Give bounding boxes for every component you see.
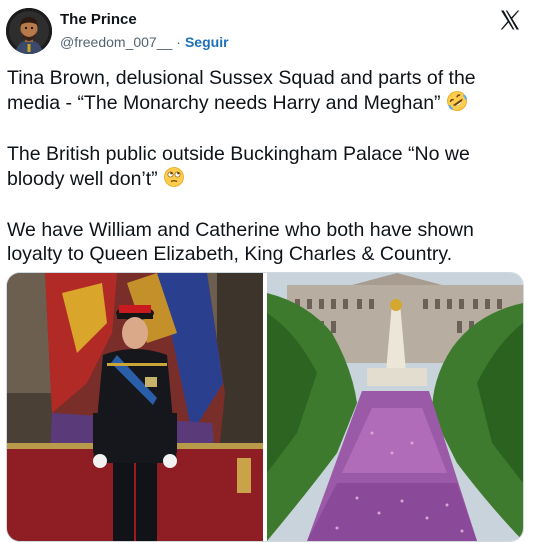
- post-media[interactable]: [6, 272, 524, 542]
- rolling-on-floor-laughing-emoji: [446, 90, 468, 118]
- post-paragraph-1: Tina Brown, delusional Sussex Squad and …: [7, 66, 522, 118]
- post-paragraph-1-text: Tina Brown, delusional Sussex Squad and …: [7, 67, 476, 114]
- post-paragraph-3: We have William and Catherine who both h…: [7, 218, 522, 266]
- post-text: Tina Brown, delusional Sussex Squad and …: [7, 66, 522, 290]
- face-with-rolling-eyes-emoji: [163, 166, 185, 194]
- follow-button[interactable]: Seguir: [185, 34, 229, 50]
- photo-palace-crowd[interactable]: [267, 273, 523, 541]
- separator-dot: ·: [176, 34, 181, 50]
- avatar-illustration: [6, 8, 52, 54]
- author-name[interactable]: The Prince: [60, 11, 137, 28]
- avatar[interactable]: [6, 8, 52, 54]
- post-paragraph-2: The British public outside Buckingham Pa…: [7, 142, 522, 194]
- media-images: [7, 273, 523, 541]
- post-paragraph-3-text: We have William and Catherine who both h…: [7, 219, 474, 265]
- post-paragraph-2-text: The British public outside Buckingham Pa…: [7, 143, 470, 190]
- author-meta: @freedom_007__ · Seguir: [60, 34, 229, 50]
- x-logo-icon[interactable]: [498, 8, 522, 32]
- photo-royal-vigil[interactable]: [7, 273, 263, 541]
- author-handle[interactable]: @freedom_007__: [60, 34, 172, 50]
- post-header: The Prince @freedom_007__ · Seguir: [0, 0, 534, 62]
